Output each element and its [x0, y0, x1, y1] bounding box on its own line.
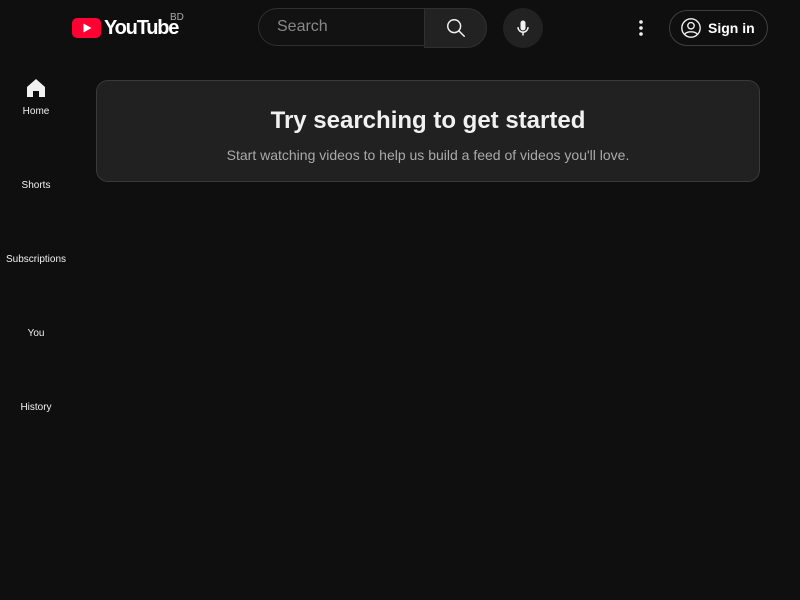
guide-item-shorts[interactable]: Shorts: [0, 130, 72, 204]
account-icon: [681, 18, 701, 38]
search-box: [258, 8, 424, 46]
microphone-icon: [517, 20, 529, 36]
guide-label-history: History: [20, 402, 52, 413]
guide-item-home[interactable]: Home: [0, 56, 72, 130]
masthead: YouTube BD Sign in: [0, 0, 800, 56]
country-code: BD: [170, 12, 184, 23]
search-input[interactable]: [275, 17, 419, 37]
guide-label-subscriptions: Subscriptions: [5, 254, 67, 265]
feed-nudge-title: Try searching to get started: [270, 107, 586, 134]
guide-item-you[interactable]: You: [0, 278, 72, 352]
guide-item-subscriptions[interactable]: Subscriptions: [0, 204, 72, 278]
guide-label-you: You: [27, 328, 45, 339]
search-button[interactable]: [424, 8, 487, 48]
youtube-play-icon: [72, 18, 101, 38]
search-icon: [446, 19, 465, 37]
youtube-logo[interactable]: YouTube: [72, 16, 179, 40]
home-icon: [27, 79, 45, 97]
voice-search-button[interactable]: [503, 8, 543, 48]
sign-in-label: Sign in: [708, 20, 755, 36]
more-vertical-icon: [639, 20, 643, 36]
guide-label-shorts: Shorts: [21, 180, 51, 191]
guide-item-history[interactable]: History: [0, 352, 72, 426]
guide-label-home: Home: [22, 106, 50, 117]
feed-nudge-body: Start watching videos to help us build a…: [226, 147, 630, 163]
feed-nudge-card: Try searching to get started Start watch…: [96, 80, 760, 182]
settings-menu-button[interactable]: [623, 10, 659, 46]
sign-in-button[interactable]: Sign in: [669, 10, 768, 46]
logo-text: YouTube: [104, 17, 179, 39]
